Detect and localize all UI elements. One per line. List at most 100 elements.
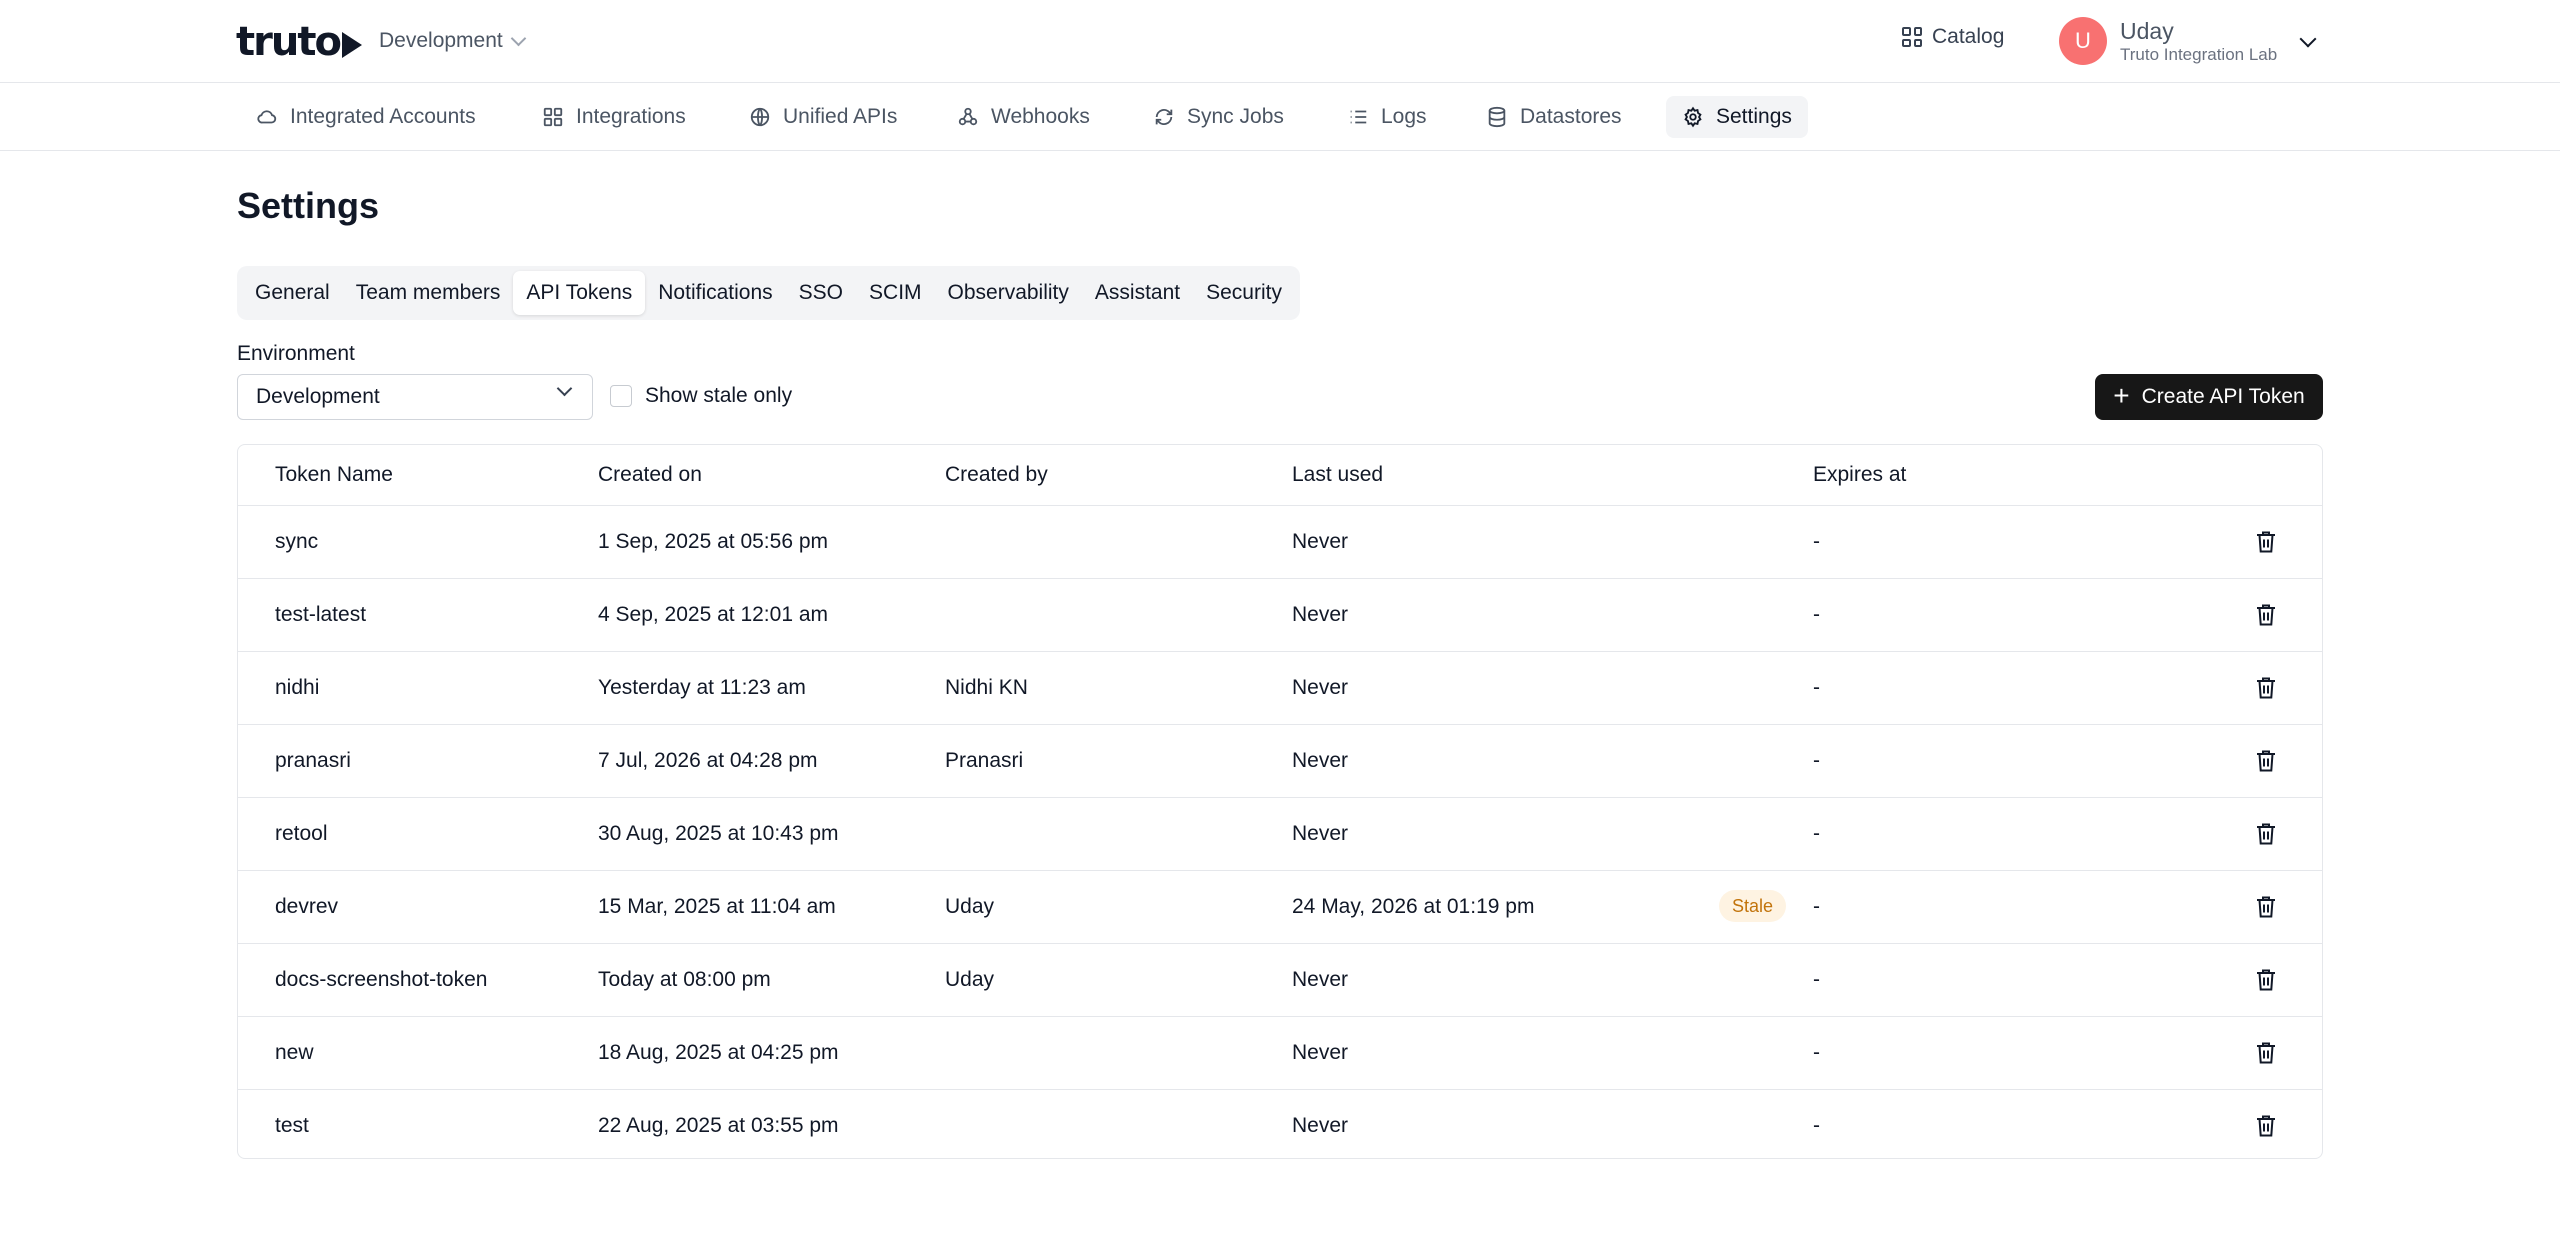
table-row[interactable]: docs-screenshot-token Today at 08:00 pm Ud… — [238, 944, 2322, 1017]
created-on-cell: 15 Mar, 2025 at 11:04 am — [598, 895, 836, 918]
token-name-cell: pranasri — [275, 749, 351, 772]
tab-general[interactable]: General — [242, 271, 343, 315]
trash-icon[interactable] — [2252, 1112, 2280, 1140]
trash-icon[interactable] — [2252, 1039, 2280, 1067]
logo-play-icon — [341, 32, 362, 58]
chevron-down-icon[interactable] — [2299, 30, 2317, 48]
show-stale-checkbox[interactable]: Show stale only — [610, 384, 792, 408]
nav-integrations[interactable]: Integrations — [526, 96, 702, 138]
globe-icon — [749, 106, 771, 128]
table-row[interactable]: test 22 Aug, 2025 at 03:55 pm Never - — [238, 1090, 2322, 1158]
trash-icon[interactable] — [2252, 528, 2280, 556]
nav-label: Unified APIs — [783, 105, 898, 128]
trash-icon[interactable] — [2252, 601, 2280, 629]
expires-at-cell: - — [1813, 530, 1820, 553]
trash-icon[interactable] — [2252, 820, 2280, 848]
created-by-cell: Uday — [945, 895, 995, 918]
created-on-cell: 18 Aug, 2025 at 04:25 pm — [598, 1041, 839, 1064]
created-on-cell: 22 Aug, 2025 at 03:55 pm — [598, 1114, 839, 1137]
grid-icon — [1902, 27, 1922, 47]
table-row[interactable]: retool 30 Aug, 2025 at 10:43 pm Never - — [238, 798, 2322, 871]
table-row[interactable]: sync 1 Sep, 2025 at 05:56 pm Never - — [238, 506, 2322, 579]
tab-security[interactable]: Security — [1193, 271, 1295, 315]
user-org: Truto Integration Lab — [2120, 45, 2278, 64]
created-on-cell: 4 Sep, 2025 at 12:01 am — [598, 603, 829, 626]
cloud-icon — [256, 106, 278, 128]
environment-switcher-label: Development — [379, 29, 503, 52]
catalog-button[interactable]: Catalog — [1902, 25, 2004, 49]
token-name-cell: test-latest — [275, 603, 367, 626]
trash-icon[interactable] — [2252, 747, 2280, 775]
user-name: Uday — [2120, 18, 2174, 44]
nav-label: Integrated Accounts — [290, 105, 476, 128]
catalog-label: Catalog — [1932, 25, 2005, 48]
tab-api-tokens[interactable]: API Tokens — [513, 271, 646, 315]
trash-icon[interactable] — [2252, 674, 2280, 702]
create-api-token-button[interactable]: + Create API Token — [2095, 374, 2323, 420]
api-tokens-table: Token Name Created on Created by Last us… — [237, 444, 2323, 1159]
table-row[interactable]: devrev 15 Mar, 2025 at 11:04 am Uday 24 May… — [238, 871, 2322, 944]
tab-observability[interactable]: Observability — [935, 271, 1082, 315]
truto-logo[interactable]: truto — [236, 19, 362, 65]
nav-webhooks[interactable]: Webhooks — [941, 96, 1106, 138]
expires-at-cell: - — [1813, 749, 1820, 772]
tab-notifications[interactable]: Notifications — [645, 271, 785, 315]
last-used-cell: Never — [1292, 968, 1349, 991]
top-bar: truto Development Catalog U Uday Truto I… — [0, 0, 2560, 83]
chevron-down-icon — [510, 30, 527, 46]
nav-unified-apis[interactable]: Unified APIs — [733, 96, 913, 138]
last-used-cell: Never — [1292, 530, 1349, 553]
table-header: Token Name Created on Created by Last us… — [238, 445, 2322, 506]
created-on-cell: Today at 08:00 pm — [598, 968, 771, 991]
create-api-token-label: Create API Token — [2141, 385, 2305, 408]
created-on-cell: 30 Aug, 2025 at 10:43 pm — [598, 822, 839, 845]
table-row[interactable]: nidhi Yesterday at 11:23 am Nidhi KN Never - — [238, 652, 2322, 725]
table-row[interactable]: pranasri 7 Jul, 2026 at 04:28 pm Pranasri N… — [238, 725, 2322, 798]
tab-assistant[interactable]: Assistant — [1082, 271, 1193, 315]
tab-scim[interactable]: SCIM — [856, 271, 935, 315]
nav-sync-jobs[interactable]: Sync Jobs — [1137, 96, 1300, 138]
last-used-cell: Never — [1292, 1114, 1349, 1137]
column-header-created-by: Created by — [945, 463, 1048, 486]
expires-at-cell: - — [1813, 1114, 1820, 1137]
table-row[interactable]: test-latest 4 Sep, 2025 at 12:01 am Never - — [238, 579, 2322, 652]
tab-sso[interactable]: SSO — [786, 271, 856, 315]
last-used-cell: Never — [1292, 822, 1349, 845]
nav-logs[interactable]: Logs — [1331, 96, 1443, 138]
last-used-cell: 24 May, 2026 at 01:19 pm — [1292, 895, 1535, 918]
nav-label: Datastores — [1520, 105, 1622, 128]
last-used-cell: Never — [1292, 749, 1349, 772]
nav-integrated-accounts[interactable]: Integrated Accounts — [240, 96, 492, 138]
nav-label: Integrations — [576, 105, 686, 128]
last-used-cell: Never — [1292, 676, 1349, 699]
environment-switcher[interactable]: Development — [379, 27, 527, 55]
user-menu[interactable]: U Uday Truto Integration Lab — [2059, 17, 2277, 65]
table-row[interactable]: new 18 Aug, 2025 at 04:25 pm Never - — [238, 1017, 2322, 1090]
created-on-cell: 1 Sep, 2025 at 05:56 pm — [598, 530, 829, 553]
tab-team-members[interactable]: Team members — [343, 271, 514, 315]
nav-settings[interactable]: Settings — [1666, 96, 1808, 138]
nav-label: Sync Jobs — [1187, 105, 1284, 128]
plus-icon: + — [2113, 379, 2130, 411]
trash-icon[interactable] — [2252, 893, 2280, 921]
list-icon — [1347, 106, 1369, 128]
checkbox[interactable] — [610, 385, 632, 407]
expires-at-cell: - — [1813, 968, 1820, 991]
trash-icon[interactable] — [2252, 966, 2280, 994]
nav-datastores[interactable]: Datastores — [1470, 96, 1638, 138]
nav-label: Logs — [1381, 105, 1427, 128]
expires-at-cell: - — [1813, 895, 1820, 918]
column-header-token-name: Token Name — [275, 463, 393, 486]
environment-label: Environment — [237, 342, 355, 365]
settings-tabs: General Team members API Tokens Notifica… — [237, 266, 1300, 320]
environment-select[interactable]: Development — [237, 374, 593, 420]
environment-select-value: Development — [256, 385, 380, 408]
token-name-cell: sync — [275, 530, 319, 553]
webhook-icon — [957, 106, 979, 128]
expires-at-cell: - — [1813, 603, 1820, 626]
nav-label: Webhooks — [991, 105, 1090, 128]
created-by-cell: Nidhi KN — [945, 676, 1028, 699]
expires-at-cell: - — [1813, 676, 1820, 699]
created-on-cell: Yesterday at 11:23 am — [598, 676, 806, 699]
nav-label: Settings — [1716, 105, 1792, 128]
